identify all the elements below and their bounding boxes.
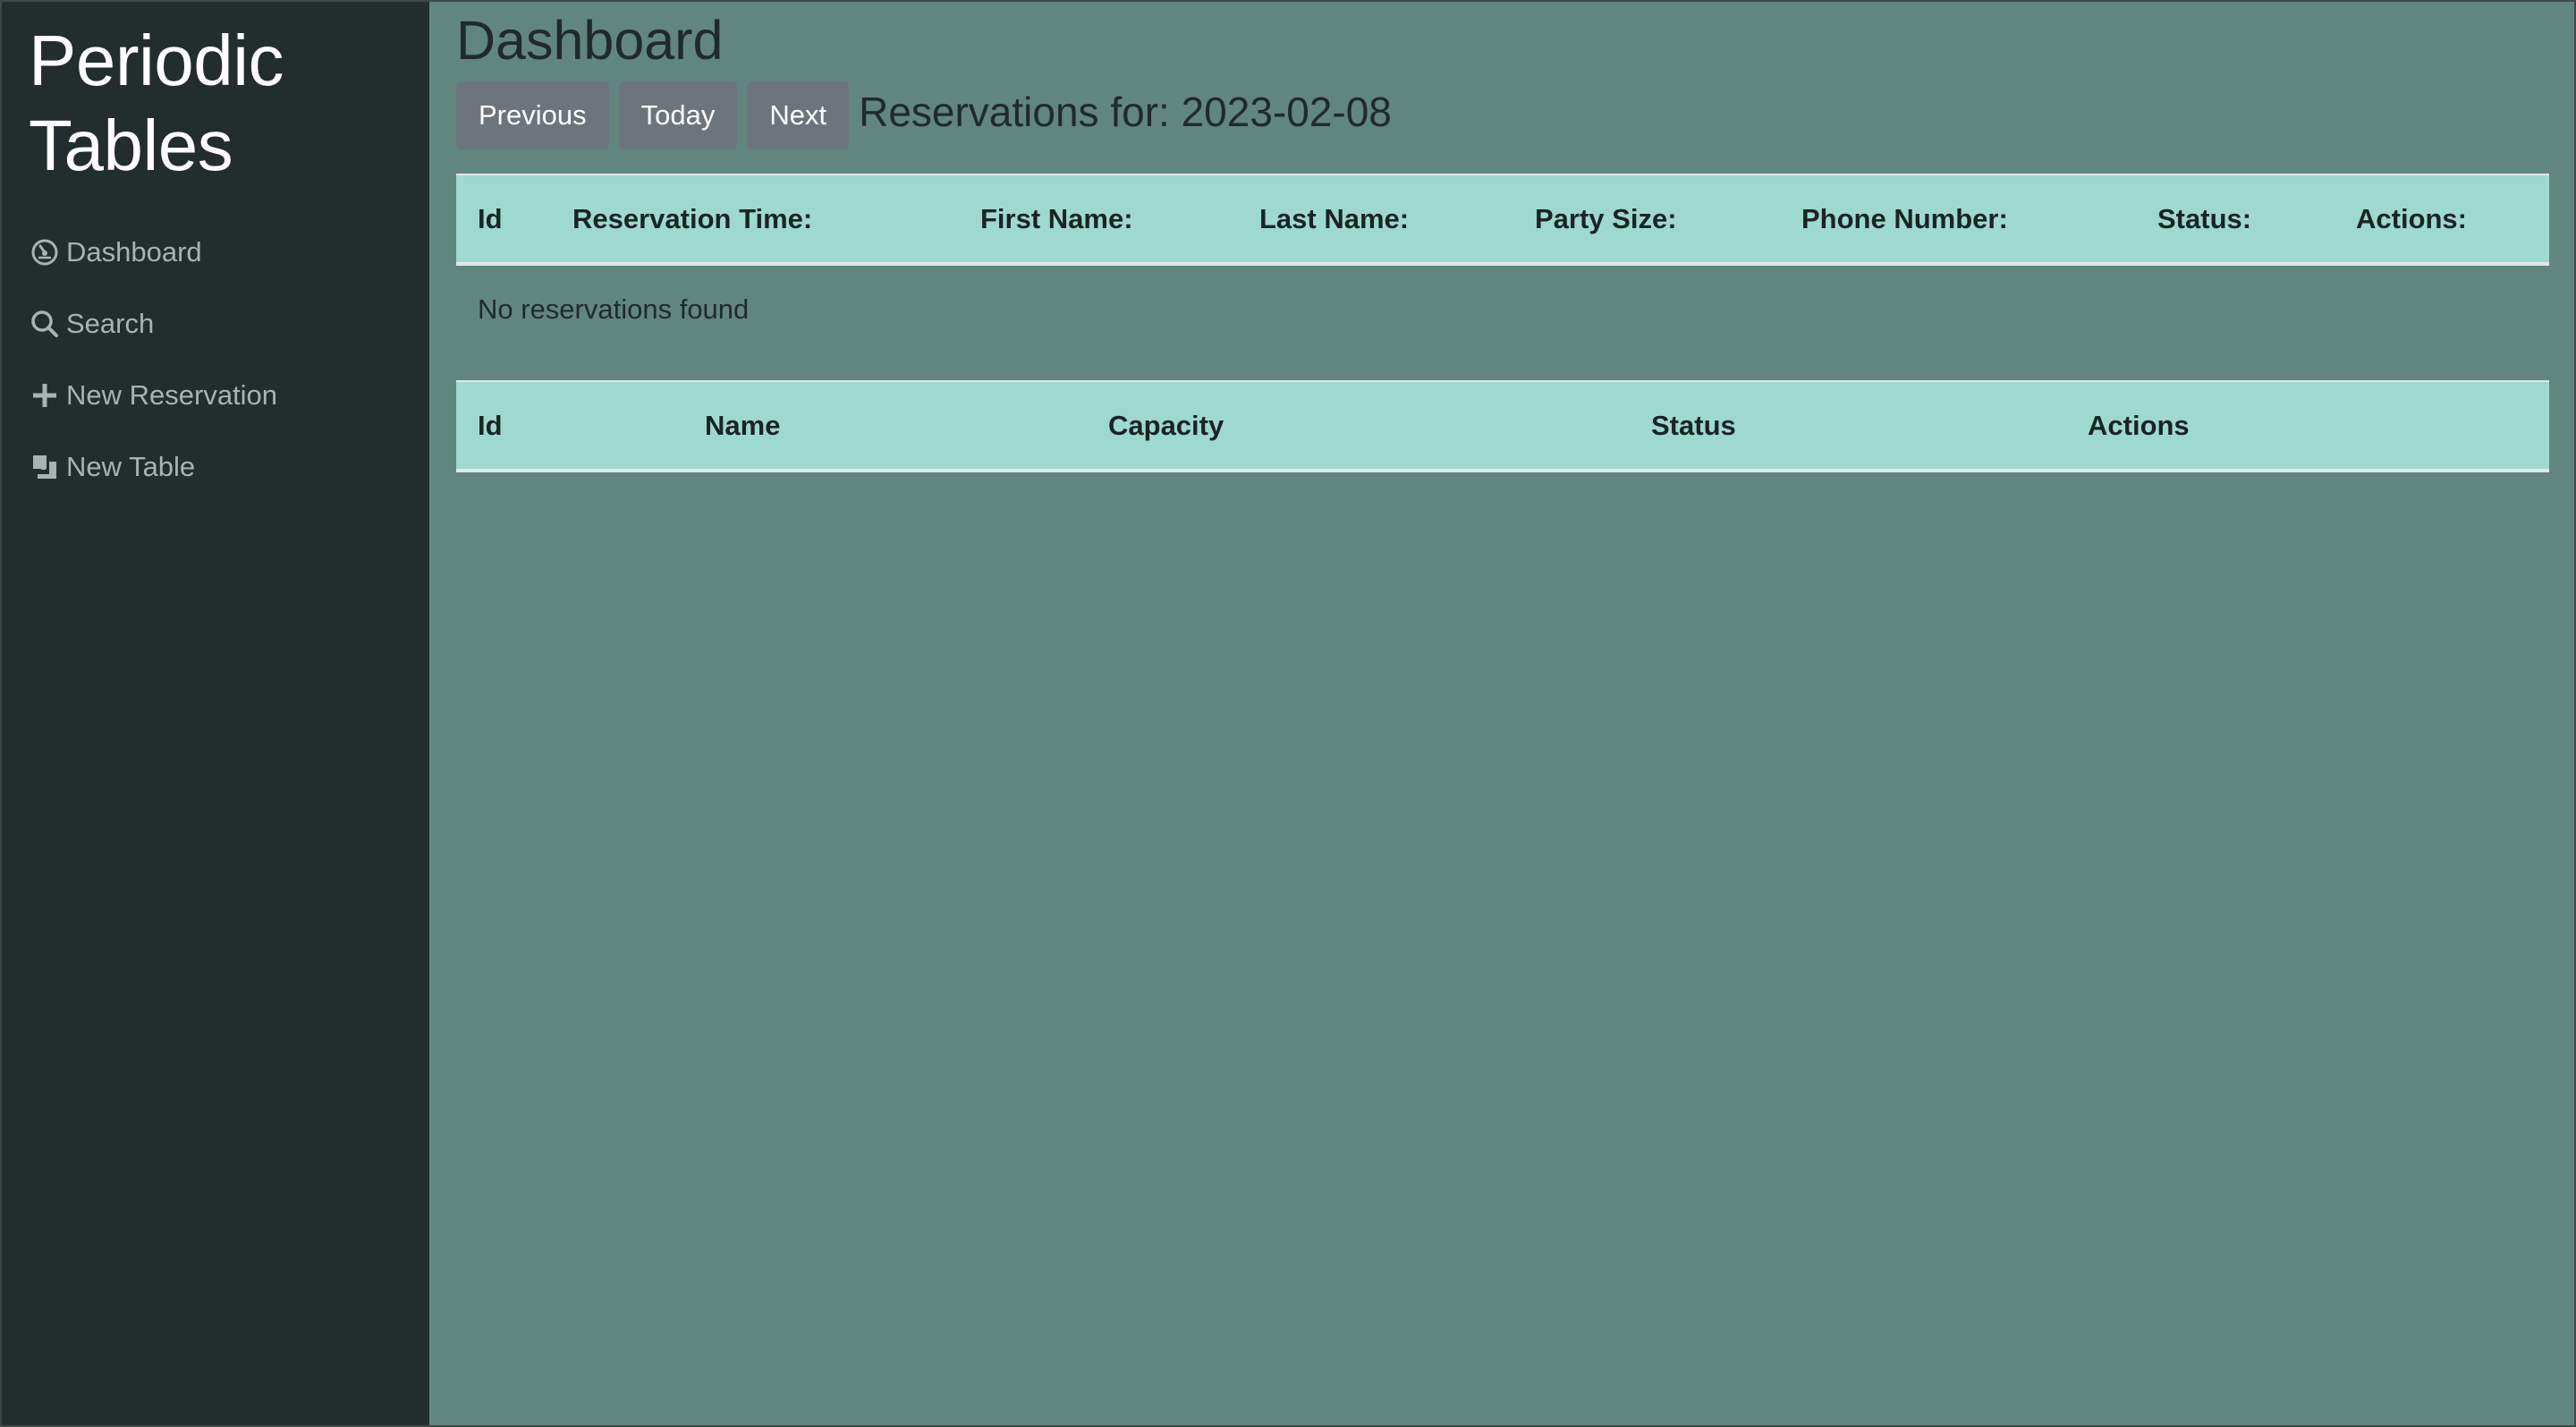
column-header: Reservation Time: [551,174,959,266]
sidebar-item-label: Search [66,308,155,339]
brand-line-1: Periodic [29,21,284,100]
sidebar-item-label: New Reservation [66,379,278,411]
sidebar: Periodic Tables Dashboard Search New Res… [2,2,429,1425]
reservations-table: Id Reservation Time: First Name: Last Na… [456,174,2549,353]
table-header-row: Id Reservation Time: First Name: Last Na… [456,174,2549,266]
dashboard-icon [29,236,61,268]
layers-icon [29,451,61,483]
today-button[interactable]: Today [618,81,738,149]
empty-row: No reservations found [456,264,2549,353]
brand-title[interactable]: Periodic Tables [29,18,429,188]
plus-icon [29,379,61,412]
column-header: Status [1630,380,2066,472]
column-header: Id [456,380,683,472]
reservations-date-heading: Reservations for: 2023-02-08 [859,89,1392,135]
column-header: Name [683,380,1087,472]
tables-table: Id Name Capacity Status Actions [456,380,2549,472]
table-header-row: Id Name Capacity Status Actions [456,380,2549,472]
sidebar-item-label: New Table [66,451,196,482]
main-content: Dashboard Previous Today Next Reservatio… [429,2,2576,1425]
sidebar-item-label: Dashboard [66,236,202,268]
column-header: First Name: [959,174,1238,266]
column-header: Capacity [1087,380,1630,472]
next-button[interactable]: Next [747,81,850,149]
empty-message: No reservations found [478,293,750,325]
app-window: Periodic Tables Dashboard Search New Res… [0,0,2576,1427]
column-header: Phone Number: [1780,174,2136,266]
sidebar-item-new-table[interactable]: New Table [29,431,429,503]
brand-line-2: Tables [29,106,233,185]
sidebar-item-dashboard[interactable]: Dashboard [29,217,429,288]
column-header: Actions [2066,380,2549,472]
date-toolbar: Previous Today Next Reservations for: 20… [456,81,2549,150]
sidebar-item-search[interactable]: Search [29,288,429,360]
sidebar-item-new-reservation[interactable]: New Reservation [29,360,429,431]
column-header: Id [456,174,551,266]
page-title: Dashboard [456,10,724,71]
search-icon [29,308,61,340]
column-header: Party Size: [1513,174,1780,266]
previous-button[interactable]: Previous [456,81,609,149]
column-header: Status: [2136,174,2334,266]
column-header: Last Name: [1238,174,1513,266]
column-header: Actions: [2334,174,2549,266]
